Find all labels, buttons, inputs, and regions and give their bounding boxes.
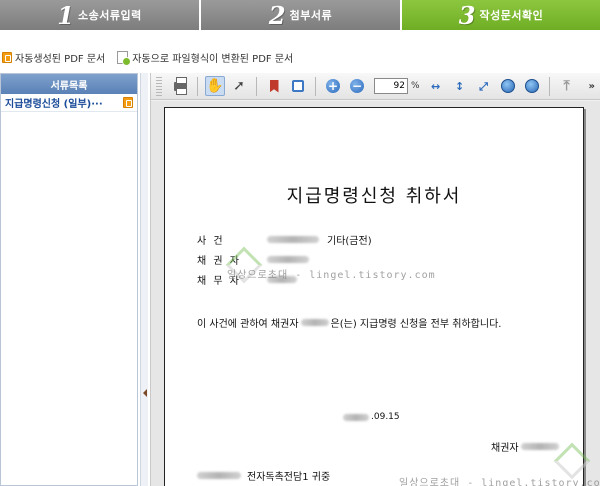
step-1-tab[interactable]: 1 소송서류입력: [0, 0, 199, 30]
upload-icon: ⤒: [563, 78, 570, 94]
upload-button[interactable]: ⤒: [557, 76, 577, 96]
page-icon: [292, 80, 304, 92]
step-tabs: 1 소송서류입력 2 첨부서류 3 작성문서확인: [0, 0, 600, 30]
signature-label: 채권자: [491, 443, 519, 454]
pdf-toolbar: ✋ ➚ + − % ↔ ↕ ⤢ ⤒ »: [151, 73, 600, 100]
converted-file-icon: [117, 50, 132, 66]
step-3-number: 3: [458, 0, 476, 30]
document-list-sidebar: 서류목록 지급명령신청 (일부)···: [0, 73, 138, 486]
zoom-out-button[interactable]: −: [347, 76, 367, 96]
court-suffix: 전자독촉전담1 귀중: [247, 472, 331, 483]
document-type-links: 자동생성된 PDF 문서 자동으로 파일형식이 변환된 PDF 문서: [0, 48, 305, 66]
globe-share-icon: [524, 79, 539, 93]
statement-prefix: 이 사건에 관하여 채권자: [197, 319, 299, 330]
redacted-text: [520, 443, 559, 450]
toolbar-overflow-button[interactable]: »: [589, 81, 595, 92]
hand-icon: ✋: [206, 78, 224, 94]
web-link-button[interactable]: [498, 76, 518, 96]
toolbar-divider: [197, 76, 198, 96]
step-1-label: 소송서류입력: [77, 9, 142, 22]
zoom-out-icon: −: [350, 79, 364, 93]
redacted-text: [300, 319, 329, 326]
watermark-text: 일상으로초대 - lingel.tistory.com: [227, 270, 436, 281]
bookmark-icon: [269, 79, 279, 93]
step-3-label: 작성문서확인: [479, 9, 544, 22]
fit-page-button[interactable]: ⤢: [474, 76, 494, 96]
auto-pdf-link[interactable]: 자동생성된 PDF 문서: [0, 50, 105, 65]
fit-page-icon: ⤢: [479, 79, 488, 93]
pdf-icon: [123, 97, 133, 108]
withdrawal-statement: 이 사건에 관하여 채권자 은(는) 지급명령 신청을 전부 취하합니다.: [197, 315, 501, 330]
toolbar-divider: [256, 76, 257, 96]
watermark-text: 일상으로초대 - lingel.tistory.com: [399, 478, 600, 486]
fit-height-button[interactable]: ↕: [450, 76, 470, 96]
document-title: 지급명령신청 취하서: [286, 186, 462, 207]
select-tool-button[interactable]: ➚: [229, 76, 249, 96]
redacted-text: [267, 256, 309, 263]
fit-width-button[interactable]: ↔: [426, 76, 446, 96]
fit-height-icon: ↕: [454, 79, 465, 93]
date-suffix: .09.15: [371, 412, 400, 422]
toolbar-divider: [315, 76, 316, 96]
pdf-icon: [2, 51, 12, 63]
case-value: 기타(금전): [327, 236, 372, 247]
redacted-text: [197, 472, 241, 479]
cursor-arrow-icon: ➚: [233, 78, 245, 94]
redacted-text: [343, 413, 369, 421]
signature-line: 채권자: [491, 439, 561, 454]
print-button[interactable]: [170, 76, 190, 96]
zoom-in-icon: +: [326, 79, 340, 93]
fit-width-icon: ↔: [430, 79, 441, 93]
zoom-percent-label: %: [411, 81, 420, 91]
step-2-label: 첨부서류: [289, 9, 333, 22]
case-row: 사 건 기타(금전): [197, 232, 372, 247]
sidebar-item-label: 지급명령신청 (일부)···: [5, 99, 103, 110]
collapse-arrow-icon[interactable]: [143, 389, 147, 397]
bookmark-button[interactable]: [264, 76, 284, 96]
sidebar-header: 서류목록: [1, 74, 137, 94]
web-share-button[interactable]: [522, 76, 542, 96]
hand-tool-button[interactable]: ✋: [205, 76, 225, 96]
step-3-tab[interactable]: 3 작성문서확인: [402, 0, 600, 30]
converted-pdf-label: 자동으로 파일형식이 변환된 PDF 문서: [132, 53, 294, 65]
step-1-number: 1: [57, 0, 74, 30]
case-label: 사 건: [197, 236, 225, 247]
redacted-text: [267, 236, 319, 243]
toolbar-grip-icon: [156, 76, 162, 96]
print-icon: [173, 76, 187, 95]
auto-pdf-label: 자동생성된 PDF 문서: [15, 53, 106, 65]
document-canvas[interactable]: 지급명령신청 취하서 사 건 기타(금전) 채 권 자 채 무 자 이 사건에 …: [151, 101, 600, 486]
document-page: 지급명령신청 취하서 사 건 기타(금전) 채 권 자 채 무 자 이 사건에 …: [164, 107, 591, 486]
zoom-in-button[interactable]: +: [323, 76, 343, 96]
converted-pdf-link[interactable]: 자동으로 파일형식이 변환된 PDF 문서: [117, 50, 294, 66]
toolbar-divider: [548, 76, 550, 96]
step-2-number: 2: [268, 0, 286, 30]
globe-icon: [500, 79, 515, 93]
zoom-level-input[interactable]: [374, 78, 408, 94]
pdf-viewer: ✋ ➚ + − % ↔ ↕ ⤢ ⤒ » 지급명령신청 취하서 사 건 기타(금전…: [150, 73, 600, 486]
page-view-button[interactable]: [288, 76, 308, 96]
document-date: .09.15: [343, 412, 400, 422]
court-line: 전자독촉전담1 귀중: [197, 468, 330, 483]
sidebar-item-payment-order[interactable]: 지급명령신청 (일부)···: [1, 94, 137, 112]
step-2-tab[interactable]: 2 첨부서류: [201, 0, 400, 30]
panel-splitter[interactable]: [140, 73, 148, 486]
statement-suffix: 은(는) 지급명령 신청을 전부 취하합니다.: [330, 319, 502, 330]
